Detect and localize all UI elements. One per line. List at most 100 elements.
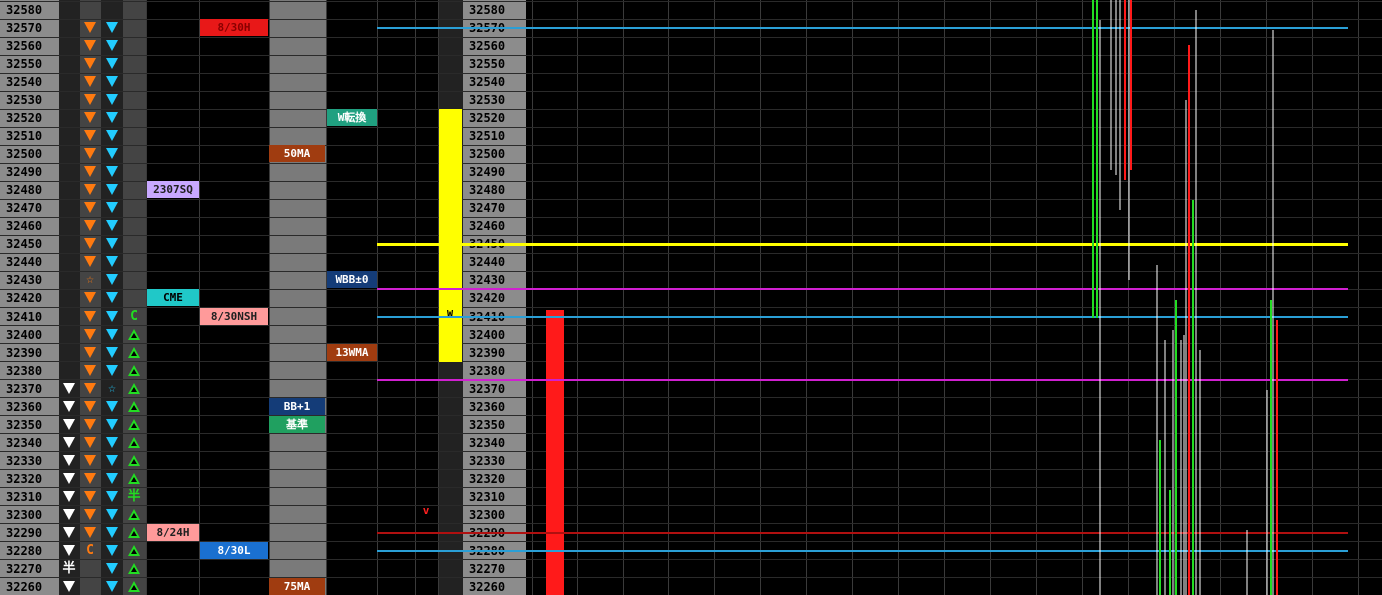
price-tick: 32340: [6, 435, 43, 450]
price-tick: 32530: [6, 93, 43, 108]
cyan-down-triangle-icon: [102, 362, 122, 380]
cyan-down-triangle-icon: [102, 470, 122, 488]
orange-signal-text: ☆: [86, 272, 94, 288]
orange-down-triangle-icon: [80, 37, 100, 55]
green-up-triangle-icon: [124, 326, 144, 344]
price-tick: 32350: [6, 417, 43, 432]
white-down-triangle-icon: [59, 398, 79, 416]
w-marker: W: [446, 308, 454, 320]
green-up-triangle-icon: [124, 578, 144, 595]
cyan-down-triangle-icon: [102, 55, 122, 73]
orange-down-triangle-icon: [80, 326, 100, 344]
orange-down-triangle-icon: [80, 488, 100, 506]
green-up-triangle-icon: [124, 416, 144, 434]
price-tick: 32360: [469, 399, 506, 414]
cyan-down-triangle-icon: [102, 524, 122, 542]
green-up-triangle-icon: [124, 560, 144, 578]
cyan-down-triangle-icon: [102, 217, 122, 235]
orange-down-triangle-icon: [80, 362, 100, 380]
cyan-down-triangle-icon: [102, 308, 122, 326]
orange-down-triangle-icon: [80, 127, 100, 145]
v-marker: v: [422, 503, 430, 517]
price-tick: 32420: [469, 291, 506, 306]
price-tick: 32260: [469, 579, 506, 594]
orange-down-triangle-icon: [80, 524, 100, 542]
price-tick: 32530: [469, 93, 506, 108]
level-label: 8/30H: [200, 19, 268, 37]
price-tick: 32390: [469, 345, 506, 360]
orange-down-triangle-icon: [80, 470, 100, 488]
level-label: WBB±0: [327, 271, 377, 289]
level-label: 75MA: [269, 577, 325, 595]
orange-down-triangle-icon: [80, 19, 100, 37]
price-tick: 32580: [469, 3, 506, 17]
price-tick: 32470: [6, 201, 43, 216]
price-tick: 32360: [6, 399, 43, 414]
level-label: 13WMA: [327, 343, 377, 361]
green-up-triangle-icon: [124, 506, 144, 524]
green-up-triangle-icon: [124, 344, 144, 362]
level-label: W転換: [327, 109, 377, 127]
price-tick: 32300: [469, 507, 506, 522]
green-up-triangle-icon: [124, 470, 144, 488]
level-label: BB+1: [269, 397, 325, 415]
price-tick: 32500: [469, 147, 506, 162]
price-tick: 32520: [469, 111, 506, 126]
level-label: 基準: [269, 415, 325, 433]
price-tick: 32350: [469, 417, 506, 432]
white-signal-text: 半: [62, 560, 76, 576]
green-up-triangle-icon: [124, 434, 144, 452]
price-tick: 32410: [6, 309, 43, 324]
green-signal-text: C: [130, 308, 138, 324]
price-tick: 32510: [6, 129, 43, 144]
white-down-triangle-icon: [59, 578, 79, 595]
price-tick: 32330: [469, 453, 506, 468]
cyan-down-triangle-icon: [102, 578, 122, 595]
price-tick: 32500: [6, 147, 43, 162]
cyan-down-triangle-icon: [102, 235, 122, 253]
price-tick: 32400: [469, 327, 506, 342]
orange-down-triangle-icon: [80, 253, 100, 271]
price-tick: 32490: [6, 165, 43, 180]
orange-down-triangle-icon: [80, 181, 100, 199]
cyan-down-triangle-icon: [102, 127, 122, 145]
level-label: 2307SQ: [147, 181, 199, 199]
cyan-down-triangle-icon: [102, 434, 122, 452]
price-axis-left: 32580 32570 32560 32550 32540 32530 32520 32510…: [0, 0, 59, 595]
price-tick: 32260: [6, 579, 43, 594]
white-down-triangle-icon: [59, 506, 79, 524]
price-tick: 32430: [469, 273, 506, 288]
price-tick: 32510: [469, 129, 506, 144]
green-up-triangle-icon: [124, 542, 144, 560]
green-up-triangle-icon: [124, 362, 144, 380]
price-tick: 32450: [6, 237, 43, 252]
orange-down-triangle-icon: [80, 289, 100, 307]
price-tick: 32490: [469, 165, 506, 180]
cyan-down-triangle-icon: [102, 91, 122, 109]
level-label: 8/24H: [147, 523, 199, 541]
white-down-triangle-icon: [59, 434, 79, 452]
price-axis-right: 3258032570325603255032540325303252032510…: [463, 0, 526, 595]
orange-down-triangle-icon: [80, 55, 100, 73]
orange-down-triangle-icon: [80, 163, 100, 181]
price-tick: 32300: [6, 507, 43, 522]
price-tick: 32570: [6, 21, 43, 36]
price-tick: 32380: [6, 363, 43, 378]
price-tick: 32470: [469, 201, 506, 216]
price-tick: 32480: [6, 183, 43, 198]
price-tick: 32370: [469, 381, 506, 396]
cyan-down-triangle-icon: [102, 163, 122, 181]
price-tick: 32280: [6, 543, 43, 558]
level-label: CME: [147, 289, 199, 307]
orange-down-triangle-icon: [80, 434, 100, 452]
price-tick: 32380: [469, 363, 506, 378]
green-signal-text: 半: [127, 488, 141, 504]
price-tick: 32560: [469, 39, 506, 54]
white-down-triangle-icon: [59, 416, 79, 434]
green-up-triangle-icon: [124, 380, 144, 398]
white-down-triangle-icon: [59, 488, 79, 506]
price-tick: 32390: [6, 345, 43, 360]
cyan-down-triangle-icon: [102, 109, 122, 127]
price-tick: 32420: [6, 291, 43, 306]
orange-down-triangle-icon: [80, 308, 100, 326]
